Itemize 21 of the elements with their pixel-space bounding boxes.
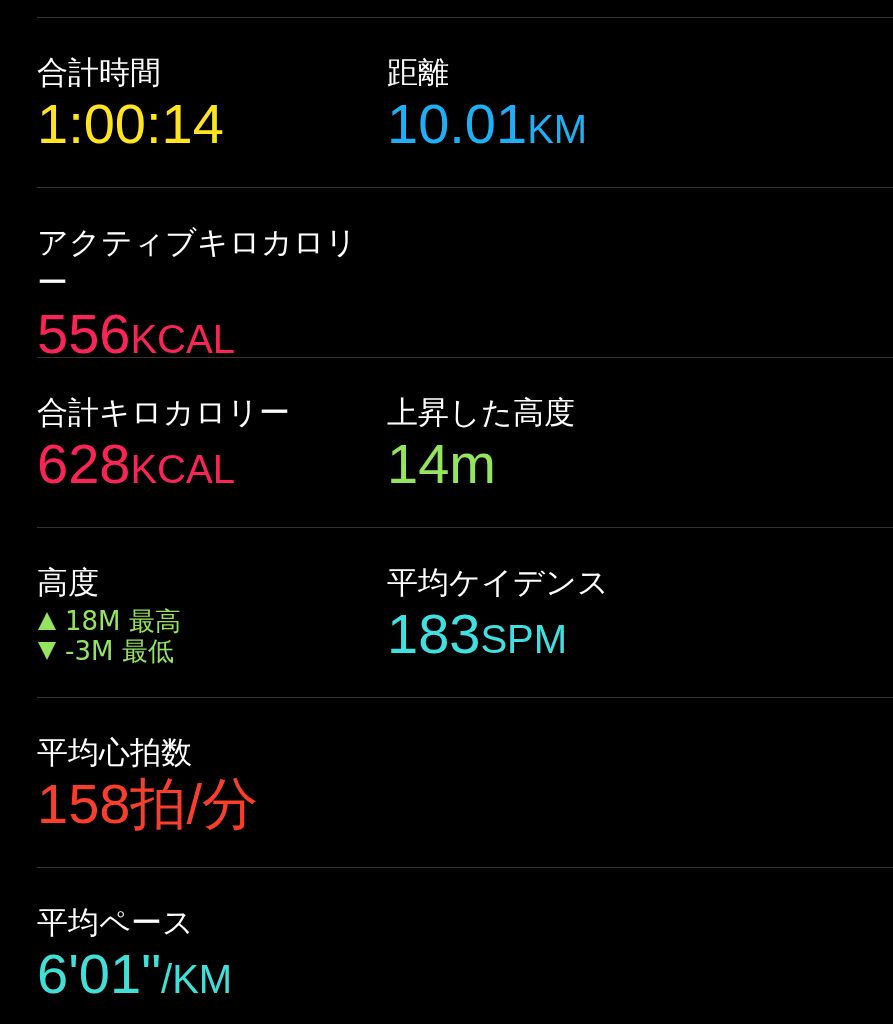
up-triangle-icon bbox=[37, 611, 57, 631]
metric-label: 平均心拍数 bbox=[37, 733, 193, 772]
metric-value: 628KCAL bbox=[37, 432, 236, 497]
altitude-reading: -3M 最低 bbox=[65, 636, 174, 666]
metric-label: 合計時間 bbox=[37, 53, 162, 92]
altitude-reading: 18M 最高 bbox=[65, 606, 181, 636]
metric-value: 1:00:14 bbox=[37, 92, 225, 156]
metric-value: 183SPM bbox=[387, 602, 569, 667]
metric-label: アクティブキロカロリー bbox=[37, 223, 358, 302]
metric-label: 高度 bbox=[37, 563, 100, 602]
metric-value: 14m bbox=[387, 432, 497, 496]
down-triangle-icon bbox=[37, 641, 57, 661]
metric-value: 6'01"/KM bbox=[37, 942, 234, 1007]
metric-label: 合計キロカロリー bbox=[37, 393, 291, 432]
metric-value: 10.01KM bbox=[387, 92, 589, 157]
metric-label: 平均ケイデンス bbox=[387, 563, 610, 602]
metric-value: 556KCAL bbox=[37, 302, 236, 367]
metric-value: 158拍/分 bbox=[37, 772, 259, 836]
metric-label: 平均ペース bbox=[37, 903, 195, 942]
metric-label: 上昇した高度 bbox=[387, 393, 576, 432]
metric-label: 距離 bbox=[387, 53, 450, 92]
